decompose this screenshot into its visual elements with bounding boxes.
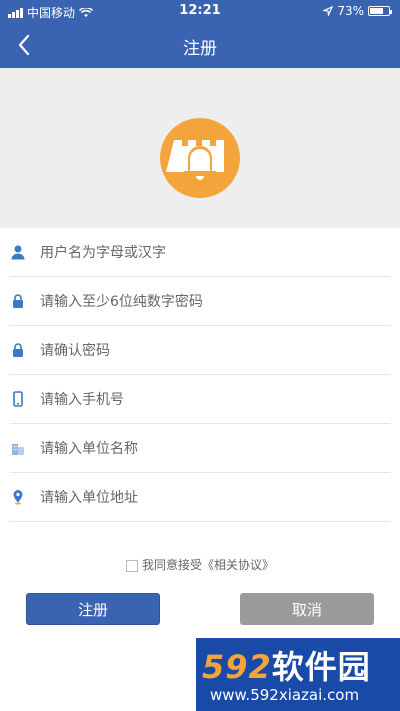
username-input[interactable] <box>40 242 370 264</box>
lock-icon <box>13 343 23 357</box>
username-row <box>10 228 390 277</box>
agreement: 我同意接受《相关协议》 <box>0 556 400 573</box>
company-address-input[interactable] <box>40 487 370 509</box>
register-screen: 中国移动 12:21 73% 注册 用户名为字母或汉字 请输入手机号 请输入单位… <box>0 0 400 711</box>
building-icon <box>12 444 24 455</box>
agreement-text[interactable]: 我同意接受《相关协议》 <box>142 558 274 572</box>
battery-percent: 73% <box>337 4 364 18</box>
user-icon <box>11 245 25 260</box>
company-row <box>10 424 390 473</box>
watermark-name: 软件园 <box>271 648 371 686</box>
company-name-input[interactable] <box>40 438 370 460</box>
register-button[interactable]: 注册 <box>26 593 160 625</box>
agreement-checkbox[interactable] <box>125 559 138 572</box>
watermark-banner: 592软件园 www.592xiazai.com <box>196 638 400 711</box>
castle-bell-logo-icon <box>166 140 224 180</box>
watermark-url: www.592xiazai.com <box>210 686 360 704</box>
phone-input[interactable] <box>40 389 370 411</box>
top-bar: 中国移动 12:21 73% 注册 <box>0 0 400 68</box>
watermark-number: 592 <box>202 648 272 686</box>
register-form <box>0 228 400 522</box>
logo-area <box>0 68 400 228</box>
location-arrow-icon <box>323 6 334 16</box>
password-input[interactable] <box>40 291 370 313</box>
app-logo <box>160 118 240 198</box>
battery-icon <box>368 6 392 16</box>
watermark-title: 592软件园 <box>202 642 371 688</box>
nav-bar: 注册 <box>0 24 400 68</box>
confirm-password-row <box>10 326 390 375</box>
password-row <box>10 277 390 326</box>
confirm-password-input[interactable] <box>40 340 370 362</box>
lock-icon <box>13 294 23 308</box>
phone-row <box>10 375 390 424</box>
phone-icon <box>13 391 23 407</box>
status-bar: 中国移动 12:21 73% <box>0 0 400 22</box>
location-pin-icon <box>13 490 23 505</box>
page-title: 注册 <box>183 39 217 59</box>
address-row <box>10 473 390 522</box>
cancel-button[interactable]: 取消 <box>240 593 374 625</box>
